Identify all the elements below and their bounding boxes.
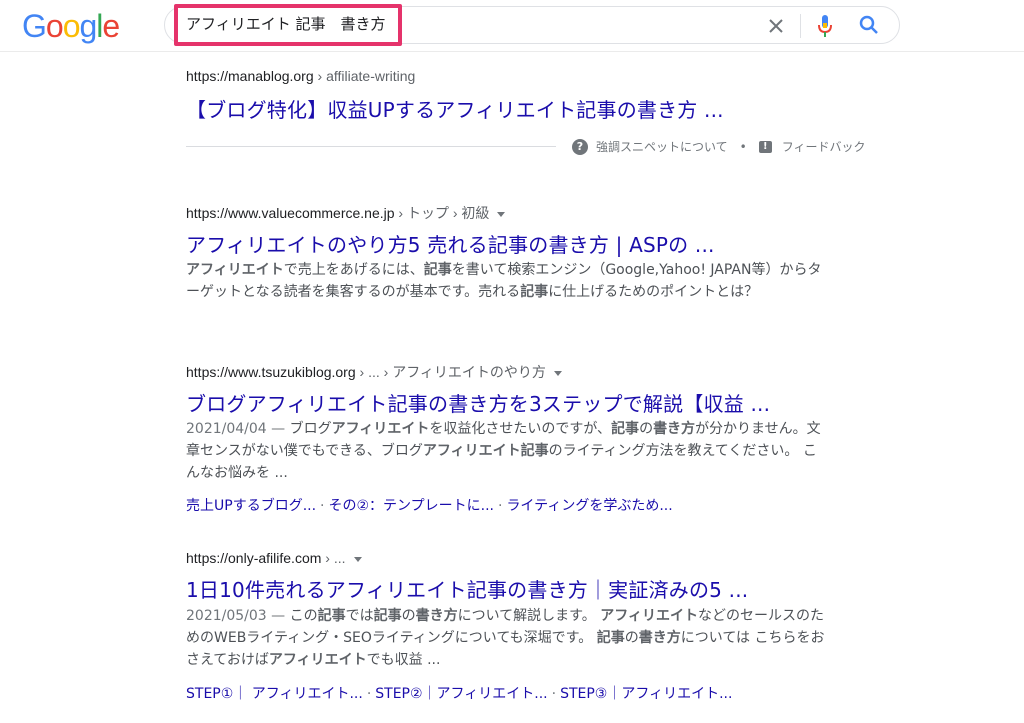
sitelink[interactable]: STEP②｜アフィリエイト... [375, 686, 547, 702]
search-icon[interactable] [857, 13, 881, 37]
result-title-link[interactable]: ブログアフィリエイト記事の書き方を3ステップで解説【収益 ... [186, 388, 770, 417]
chevron-down-icon[interactable] [553, 370, 562, 376]
snippet-keyword: アフィリエイト [600, 608, 698, 624]
snippet-text: この [289, 608, 318, 624]
snippet-text: の [401, 608, 416, 624]
snippet-text: を収益化させたいのですが、 [429, 421, 612, 437]
mic-icon[interactable] [813, 13, 837, 39]
bullet-separator: • [739, 139, 747, 154]
sitelink-separator: · [551, 686, 557, 702]
snippet-keyword: アフィリエイト [268, 652, 367, 668]
snippet-text: の [624, 630, 639, 646]
result-cite[interactable]: https://www.valuecommerce.ne.jp › トップ › … [186, 203, 506, 223]
sitelink[interactable]: ライティングを学ぶため... [506, 498, 672, 514]
snippet-keyword: アフィリエイト [186, 262, 284, 278]
featured-divider [186, 146, 556, 147]
result-title-link[interactable]: 1日10件売れるアフィリエイト記事の書き方｜実証済みの5 ... [186, 574, 748, 603]
snippet-text: ブログ [289, 421, 332, 437]
result-date: 2021/04/04 — [186, 421, 290, 437]
snippet-text: について解説します。 [457, 608, 601, 624]
about-snippets-link[interactable]: 強調スニペットについて [596, 138, 728, 155]
snippet-text: では [345, 608, 374, 624]
sitelink[interactable]: その②：テンプレートに... [329, 498, 494, 514]
result-snippet: 2021/04/04 — ブログアフィリエイトを収益化させたいのですが、記事の書… [186, 418, 826, 484]
result-sitelinks: STEP①｜ アフィリエイト... · STEP②｜アフィリエイト... · STEP③… [186, 683, 732, 703]
snippet-keyword: アフィリエイト [331, 421, 430, 437]
snippet-text: で売上をあげるには、 [283, 262, 424, 278]
sitelink-separator: · [366, 686, 372, 702]
feedback-icon[interactable]: ! [758, 140, 772, 153]
snippet-keyword: 記事 [423, 262, 452, 278]
result-breadcrumb: › トップ › 初級 [394, 205, 490, 221]
sitelink-separator: · [497, 498, 503, 514]
snippet-keyword: 記事 [520, 284, 549, 300]
header: Google アフィリエイト 記事 書き方 [0, 0, 1024, 52]
search-input[interactable]: アフィリエイト 記事 書き方 [186, 13, 385, 34]
result-snippet: 2021/05/03 — この記事では記事の書き方について解説します。 アフィリ… [186, 605, 826, 671]
result-url: https://www.valuecommerce.ne.jp [186, 205, 395, 221]
sitelink[interactable]: STEP③｜アフィリエイト... [560, 686, 732, 702]
snippet-keyword: アフィリエイト記事 [422, 443, 549, 459]
chevron-down-icon[interactable] [353, 556, 362, 562]
result-cite[interactable]: https://only-afilife.com › ... [186, 550, 362, 566]
snippet-keyword: 書き方 [653, 421, 696, 437]
featured-title-link[interactable]: 【ブログ特化】収益UPするアフィリエイト記事の書き方 ... [186, 94, 724, 123]
result-snippet: アフィリエイトで売上をあげるには、記事を書いて検索エンジン（Google,Yah… [186, 259, 826, 303]
sitelink[interactable]: STEP①｜ アフィリエイト... [186, 686, 363, 702]
snippet-keyword: 書き方 [638, 630, 681, 646]
google-logo[interactable]: Google [22, 8, 120, 44]
search-divider [800, 14, 801, 38]
result-cite[interactable]: https://www.tsuzukiblog.org › ... › アフィリ… [186, 362, 562, 382]
snippet-text: の [639, 421, 654, 437]
snippet-keyword: 記事 [317, 608, 346, 624]
result-date: 2021/05/03 — [186, 608, 290, 624]
snippet-keyword: 記事 [611, 421, 640, 437]
snippet-keyword: 書き方 [415, 608, 458, 624]
snippet-text: でも収益 ... [366, 652, 441, 668]
result-breadcrumb: › ... › アフィリエイトのやり方 [355, 364, 546, 380]
clear-icon[interactable] [764, 14, 788, 38]
featured-breadcrumb: › affiliate-writing [313, 68, 416, 84]
result-sitelinks: 売上UPするブログ... · その②：テンプレートに... · ライティングを学ぶため.… [186, 495, 673, 515]
help-icon[interactable]: ? [572, 138, 588, 155]
result-url: https://only-afilife.com [186, 550, 322, 566]
chevron-down-icon[interactable] [497, 211, 506, 217]
result-breadcrumb: › ... [321, 550, 346, 566]
feedback-link[interactable]: フィードバック [782, 138, 866, 155]
snippet-keyword: 記事 [596, 630, 625, 646]
snippet-keyword: 記事 [373, 608, 402, 624]
result-title-link[interactable]: アフィリエイトのやり方5 売れる記事の書き方 | ASPの ... [186, 229, 715, 258]
sitelink-separator: · [320, 498, 325, 514]
featured-url: https://manablog.org [186, 68, 314, 84]
featured-cite[interactable]: https://manablog.org › affiliate-writing [186, 68, 415, 84]
featured-footer: ? 強調スニペットについて • ! フィードバック [572, 138, 866, 155]
sitelink[interactable]: 売上UPするブログ... [186, 498, 316, 514]
snippet-text: に仕上げるためのポイントとは？ [548, 284, 759, 300]
result-url: https://www.tsuzukiblog.org [186, 364, 356, 380]
